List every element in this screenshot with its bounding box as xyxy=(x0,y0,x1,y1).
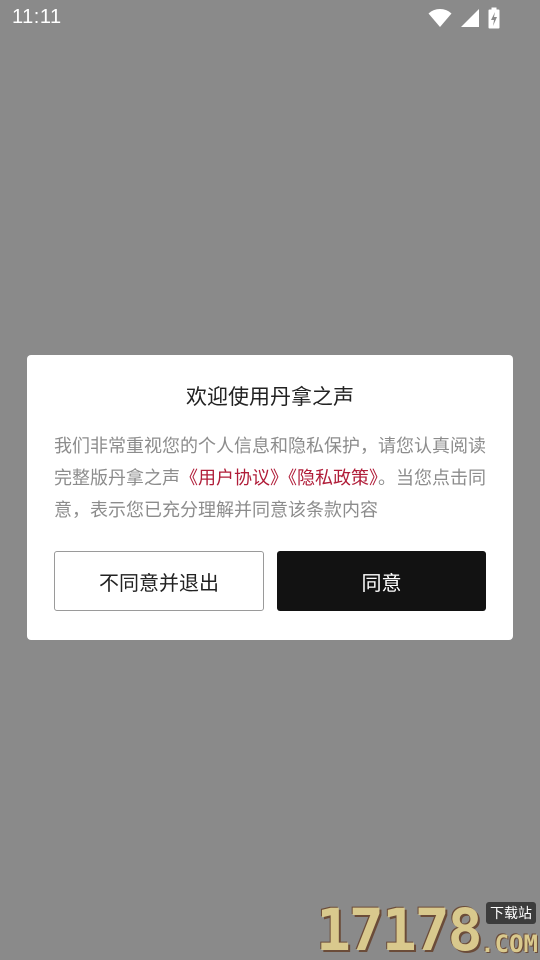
agree-button[interactable]: 同意 xyxy=(277,551,486,611)
watermark-suffix: .COM xyxy=(480,930,538,958)
user-agreement-link[interactable]: 《用户协议》 xyxy=(180,468,288,489)
privacy-consent-dialog: 欢迎使用丹拿之声 我们非常重视您的个人信息和隐私保护，请您认真阅读完整版丹拿之声… xyxy=(27,355,513,640)
agree-button-label: 同意 xyxy=(361,570,402,595)
watermark-digits: 17178 xyxy=(316,896,483,960)
watermark-badge: 下载站 xyxy=(486,902,536,924)
privacy-policy-link[interactable]: 《隐私政策》 xyxy=(288,468,378,489)
decline-and-exit-button[interactable]: 不同意并退出 xyxy=(54,551,264,611)
dialog-title: 欢迎使用丹拿之声 xyxy=(186,385,354,409)
site-watermark: 17178 下载站 .COM xyxy=(316,898,540,960)
dialog-message: 我们非常重视您的个人信息和隐私保护，请您认真阅读完整版丹拿之声《用户协议》《隐私… xyxy=(54,431,487,527)
decline-button-label: 不同意并退出 xyxy=(99,570,219,595)
